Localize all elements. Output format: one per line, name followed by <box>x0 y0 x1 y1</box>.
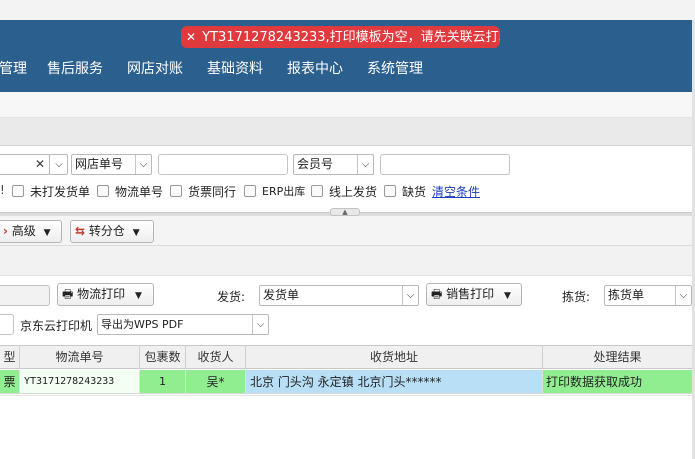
shipping-template-select[interactable]: 发货单 ⌵ <box>259 285 419 306</box>
clear-x-icon[interactable]: ✕ <box>35 155 45 174</box>
cell-type: 票 <box>0 370 20 394</box>
logistics-print-button[interactable]: 🖶 物流打印 ▼ <box>57 283 154 306</box>
chevron-down-icon: ⌵ <box>357 155 373 174</box>
nav-item-shop-reconcile[interactable]: 网店对账 <box>127 58 183 78</box>
caret-down-icon: ▼ <box>504 291 511 301</box>
checkbox-erp-outbound[interactable] <box>244 185 256 197</box>
first-filter-select[interactable]: ✕ <box>0 154 50 175</box>
advanced-button[interactable]: › 高级 ▼ <box>0 220 62 243</box>
checkbox-label-unprinted-shipping: 未打发货单 <box>30 185 91 199</box>
shop-order-input[interactable] <box>158 154 288 175</box>
checkbox-label-online-shipping: 线上发货 <box>329 185 378 199</box>
shipping-template-value: 发货单 <box>263 288 300 302</box>
nav-item-after-sales[interactable]: 售后服务 <box>47 58 103 78</box>
cell-result: 打印数据获取成功 <box>543 370 692 394</box>
shop-order-select-value: 网店单号 <box>75 157 124 171</box>
member-select-value: 会员号 <box>297 157 334 171</box>
top-strip <box>0 0 695 20</box>
sales-print-button[interactable]: 🖶 销售打印 ▼ <box>426 283 522 306</box>
section-header-strip <box>0 118 695 146</box>
logistics-print-label: 物流打印 <box>77 287 126 301</box>
printer-icon: 🖶 <box>62 287 74 301</box>
checkbox-tracking-number[interactable] <box>97 185 109 197</box>
export-format-value: 导出为WPS PDF <box>101 318 184 331</box>
subtoolbar-strip <box>0 246 695 276</box>
nav-item-basic-data[interactable]: 基础资料 <box>207 58 263 78</box>
checkbox-prefix: ! <box>0 183 5 197</box>
shipping-label: 发货: <box>217 290 246 304</box>
advanced-button-label: 高级 <box>11 224 36 238</box>
transfer-icon: ⇆ <box>75 224 86 238</box>
nav-item-management[interactable]: 管理 <box>0 58 27 78</box>
checkbox-unprinted-shipping[interactable] <box>12 185 24 197</box>
checkbox-online-shipping[interactable] <box>311 185 323 197</box>
checkbox-label-out-of-stock: 缺货 <box>402 185 427 199</box>
table-empty-area <box>0 395 695 459</box>
nav-item-system-management[interactable]: 系统管理 <box>367 58 423 78</box>
printer-label: 京东云打印机 <box>20 319 93 333</box>
clear-conditions-link[interactable]: 清空条件 <box>432 183 480 200</box>
checkbox-invoice-together[interactable] <box>170 185 182 197</box>
sales-print-label: 销售打印 <box>446 287 495 301</box>
first-filter-dropdown[interactable]: ⌵ <box>49 154 68 175</box>
close-icon[interactable]: ✕ <box>186 26 198 48</box>
caret-down-icon: ▼ <box>135 291 142 301</box>
member-input[interactable] <box>380 154 510 175</box>
picking-label: 拣货: <box>562 290 591 304</box>
transfer-warehouse-button[interactable]: ⇆ 转分仓 ▼ <box>70 220 154 243</box>
export-format-select[interactable]: 导出为WPS PDF ⌵ <box>97 314 269 335</box>
advanced-icon: › <box>3 224 8 238</box>
column-header-address[interactable]: 收货地址 <box>246 345 543 369</box>
collapse-handle[interactable]: ▲ <box>330 208 360 216</box>
shop-order-select[interactable]: 网店单号 ⌵ <box>71 154 152 175</box>
checkbox-label-tracking-number: 物流单号 <box>115 185 164 199</box>
cell-tracking: YT3171278243233 <box>20 370 140 394</box>
column-header-tracking[interactable]: 物流单号 <box>20 345 140 369</box>
cell-packages: 1 <box>140 370 186 394</box>
subheader-strip <box>0 92 695 118</box>
transfer-button-label: 转分仓 <box>88 224 125 238</box>
printer-left-box[interactable] <box>0 314 14 335</box>
checkbox-out-of-stock[interactable] <box>384 185 396 197</box>
chevron-down-icon: ⌵ <box>135 155 151 174</box>
checkbox-label-erp-outbound: ERP出库 <box>262 185 306 198</box>
member-select[interactable]: 会员号 ⌵ <box>293 154 374 175</box>
chevron-down-icon: ⌵ <box>402 286 418 305</box>
printer-icon: 🖶 <box>431 287 443 301</box>
caret-down-icon: ▼ <box>132 228 140 238</box>
cell-address: 北京 门头沟 永定镇 北京门头****** <box>246 370 543 394</box>
chevron-down-icon: ⌵ <box>55 159 63 170</box>
picking-template-value: 拣货单 <box>608 288 645 302</box>
alert-text: YT3171278243233,打印模板为空，请先关联云打印模板 <box>202 30 500 45</box>
nav-item-report-center[interactable]: 报表中心 <box>287 58 343 78</box>
column-header-result[interactable]: 处理结果 <box>543 345 692 369</box>
column-header-packages[interactable]: 包裹数 <box>140 345 186 369</box>
print-left-input[interactable] <box>0 285 50 306</box>
chevron-down-icon: ⌵ <box>675 286 691 305</box>
caret-down-icon: ▼ <box>43 228 51 238</box>
checkbox-label-invoice-together: 货票同行 <box>188 185 237 199</box>
cell-receiver: 吴* <box>186 370 246 394</box>
error-alert: ✕ YT3171278243233,打印模板为空，请先关联云打印模板 <box>181 26 500 48</box>
column-header-type[interactable]: 型 <box>0 345 20 369</box>
chevron-down-icon: ⌵ <box>252 315 268 334</box>
column-header-receiver[interactable]: 收货人 <box>186 345 246 369</box>
picking-template-select[interactable]: 拣货单 ⌵ <box>604 285 692 306</box>
